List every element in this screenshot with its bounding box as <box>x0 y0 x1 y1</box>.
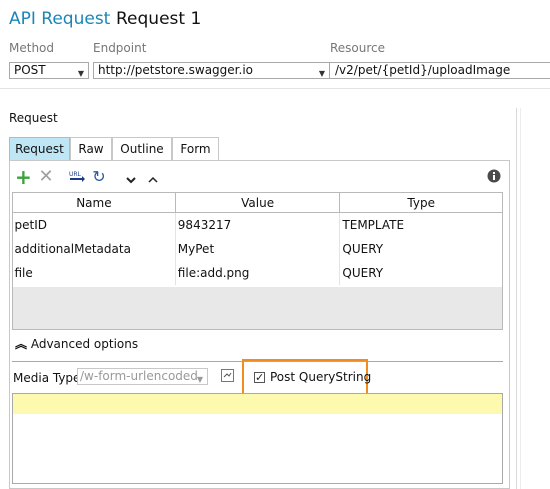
table-empty-area <box>12 287 503 330</box>
param-name[interactable]: file <box>12 261 176 285</box>
table-header-row: Name Value Type <box>12 192 503 213</box>
media-type-browse-icon[interactable] <box>221 369 234 382</box>
info-icon[interactable] <box>487 169 501 183</box>
method-select[interactable]: POST ▼ <box>9 62 89 79</box>
window-title: Request 1 <box>116 9 202 29</box>
param-value[interactable]: 9843217 <box>175 212 341 237</box>
media-type-label: Media Type <box>13 371 81 385</box>
endpoint-value: http://petstore.swagger.io <box>98 63 253 77</box>
chevron-down-icon: ▼ <box>318 69 325 78</box>
method-value: POST <box>14 63 46 77</box>
endpoint-label: Endpoint <box>93 41 147 55</box>
resource-value: /v2/pet/{petId}/uploadImage <box>335 63 511 77</box>
table-row[interactable]: petID 9843217 TEMPLATE <box>12 212 503 238</box>
delete-icon[interactable]: ✕ <box>38 168 54 186</box>
param-name[interactable]: petID <box>12 212 176 237</box>
params-table: Name Value Type petID 9843217 TEMPLATE a… <box>12 192 503 285</box>
chevron-up-icon[interactable] <box>148 173 158 183</box>
tab-request[interactable]: Request <box>9 137 70 160</box>
window-title-prefix: API Request <box>9 9 111 29</box>
param-value[interactable]: MyPet <box>175 237 341 261</box>
param-value[interactable]: file:add.png <box>175 261 341 285</box>
column-header-value[interactable]: Value <box>174 192 341 213</box>
refresh-icon[interactable]: ↻ <box>91 169 107 185</box>
chevron-down-icon: ▼ <box>77 69 84 78</box>
url-icon[interactable]: URL <box>68 169 86 185</box>
param-type[interactable]: TEMPLATE <box>340 213 503 238</box>
param-type[interactable]: QUERY <box>340 237 503 261</box>
table-row[interactable]: additionalMetadata MyPet QUERY <box>12 237 503 261</box>
svg-text:URL: URL <box>69 171 82 178</box>
method-label: Method <box>9 41 55 55</box>
post-querystring-checkbox[interactable]: ✓ <box>254 372 265 383</box>
resource-field[interactable]: /v2/pet/{petId}/uploadImage <box>330 62 550 79</box>
media-type-value: /w-form-urlencoded <box>80 369 198 383</box>
chevron-down-icon: ▼ <box>196 375 203 384</box>
double-chevron-up-icon: ︽ <box>15 337 28 351</box>
tab-raw[interactable]: Raw <box>70 137 112 160</box>
resource-label: Resource <box>330 41 386 55</box>
splitter-edge <box>520 108 521 489</box>
tab-form[interactable]: Form <box>172 137 219 160</box>
media-type-select[interactable]: /w-form-urlencoded ▼ <box>77 368 208 385</box>
chevron-down-icon[interactable] <box>126 173 136 184</box>
request-section-label: Request <box>9 111 58 125</box>
editor-current-line <box>13 394 502 414</box>
tab-outline[interactable]: Outline <box>112 137 172 160</box>
param-type[interactable]: QUERY <box>340 261 503 285</box>
splitter[interactable] <box>516 108 517 489</box>
column-header-name[interactable]: Name <box>12 192 176 213</box>
advanced-options-label: Advanced options <box>30 337 139 351</box>
post-querystring-label: Post QueryString <box>270 370 372 384</box>
column-header-type[interactable]: Type <box>339 192 503 213</box>
advanced-options-toggle[interactable]: ︽ Advanced options <box>15 335 138 352</box>
table-row[interactable]: file file:add.png QUERY <box>12 261 503 285</box>
plus-icon[interactable]: + <box>15 167 32 187</box>
header-divider <box>0 88 550 89</box>
param-name[interactable]: additionalMetadata <box>12 237 176 261</box>
endpoint-select[interactable]: http://petstore.swagger.io ▼ <box>93 62 330 79</box>
